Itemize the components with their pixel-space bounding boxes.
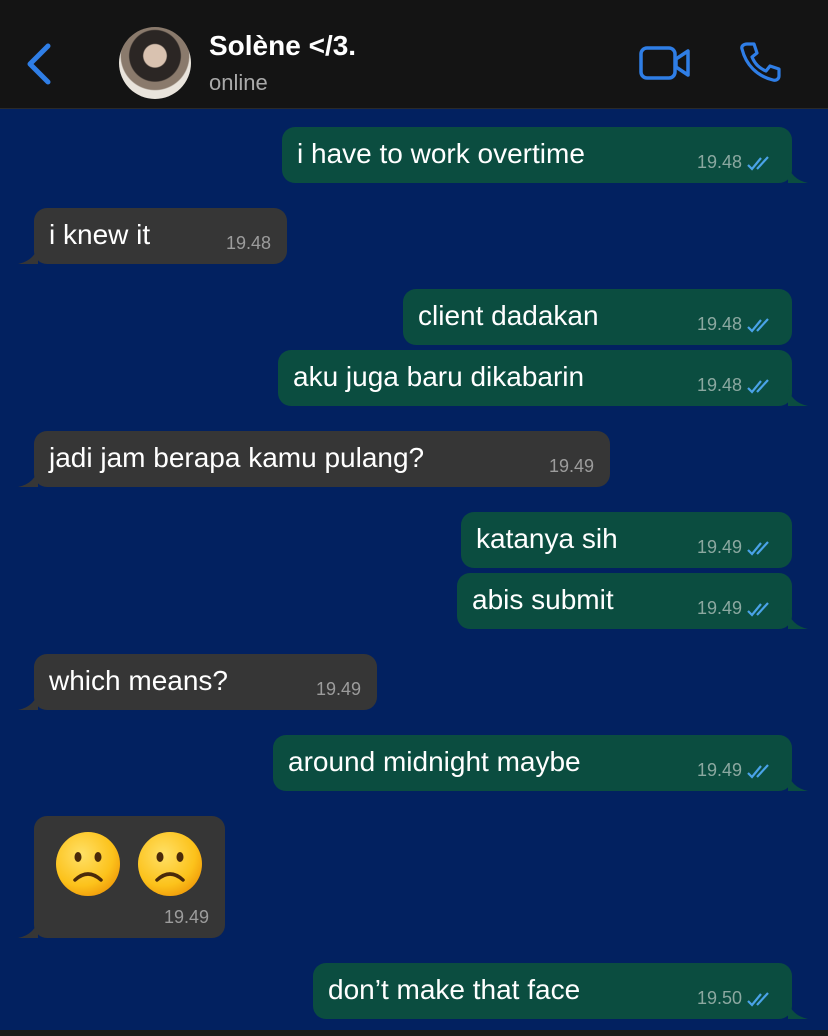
message-time: 19.49 <box>315 679 361 699</box>
double-check-icon <box>747 764 769 779</box>
contact-avatar[interactable] <box>119 27 191 99</box>
bubble-tail <box>788 386 808 406</box>
frowning-face-emoji-icon <box>56 832 120 896</box>
message-bubble-outgoing[interactable]: client dadakan 19.48 <box>403 289 792 345</box>
message-bubble-outgoing[interactable]: katanya sih 19.49 <box>461 512 792 568</box>
double-check-icon <box>747 318 769 333</box>
message-bubble-outgoing[interactable]: around midnight maybe 19.49 <box>273 735 808 791</box>
message-bubble-incoming[interactable]: jadi jam berapa kamu pulang? 19.49 <box>18 431 610 487</box>
double-check-icon <box>747 992 769 1007</box>
chat-header: Solène </3. online <box>0 0 828 109</box>
message-text: i have to work overtime <box>297 138 585 169</box>
bubble-tail <box>788 999 808 1019</box>
message-time: 19.49 <box>696 760 742 780</box>
message-bubble-outgoing[interactable]: abis submit 19.49 <box>457 573 808 629</box>
bubble-tail <box>788 609 808 629</box>
message-time: 19.49 <box>163 907 209 927</box>
message-time: 19.49 <box>696 598 742 618</box>
message-text: which means? <box>49 665 228 696</box>
message-bubble-outgoing[interactable]: aku juga baru dikabarin 19.48 <box>278 350 808 406</box>
message-text: i knew it <box>49 219 151 250</box>
message-text: jadi jam berapa kamu pulang? <box>49 442 425 473</box>
message-text: abis submit <box>472 584 614 615</box>
video-call-icon[interactable] <box>638 44 692 82</box>
bubble-tail <box>18 467 38 487</box>
bubble-tail <box>788 771 808 791</box>
message-bubble-incoming[interactable]: i knew it 19.48 <box>18 208 287 264</box>
message-time: 19.48 <box>696 152 742 172</box>
message-bubble-outgoing[interactable]: i have to work overtime 19.48 <box>282 127 808 183</box>
frowning-face-emoji-icon <box>138 832 202 896</box>
double-check-icon <box>747 602 769 617</box>
back-chevron-icon[interactable] <box>22 40 58 88</box>
message-text: aku juga baru dikabarin <box>293 361 585 392</box>
message-text: client dadakan <box>418 300 599 331</box>
contact-status: online <box>209 70 268 95</box>
message-bubble-outgoing[interactable]: don’t make that face 19.50 <box>313 963 808 1019</box>
bubble-tail <box>788 163 808 183</box>
double-check-icon <box>747 541 769 556</box>
bubble-tail <box>18 244 38 264</box>
message-time: 19.48 <box>225 233 271 253</box>
contact-name[interactable]: Solène </3. <box>209 30 356 62</box>
double-check-icon <box>747 156 769 171</box>
message-text: don’t make that face <box>328 974 581 1005</box>
bubble-tail <box>18 918 38 938</box>
message-time: 19.48 <box>696 314 742 334</box>
message-bubble-incoming-emoji[interactable]: 19.49 <box>18 816 225 938</box>
message-bubble-incoming[interactable]: which means? 19.49 <box>18 654 377 710</box>
message-text: katanya sih <box>476 523 618 554</box>
message-time: 19.50 <box>696 988 742 1008</box>
message-time: 19.49 <box>696 537 742 557</box>
double-check-icon <box>747 379 769 394</box>
message-time: 19.48 <box>696 375 742 395</box>
bubble-tail <box>18 690 38 710</box>
message-time: 19.49 <box>548 456 594 476</box>
message-text: around midnight maybe <box>288 746 581 777</box>
bottom-bar-edge <box>0 1030 828 1036</box>
phone-call-icon[interactable] <box>738 40 782 84</box>
